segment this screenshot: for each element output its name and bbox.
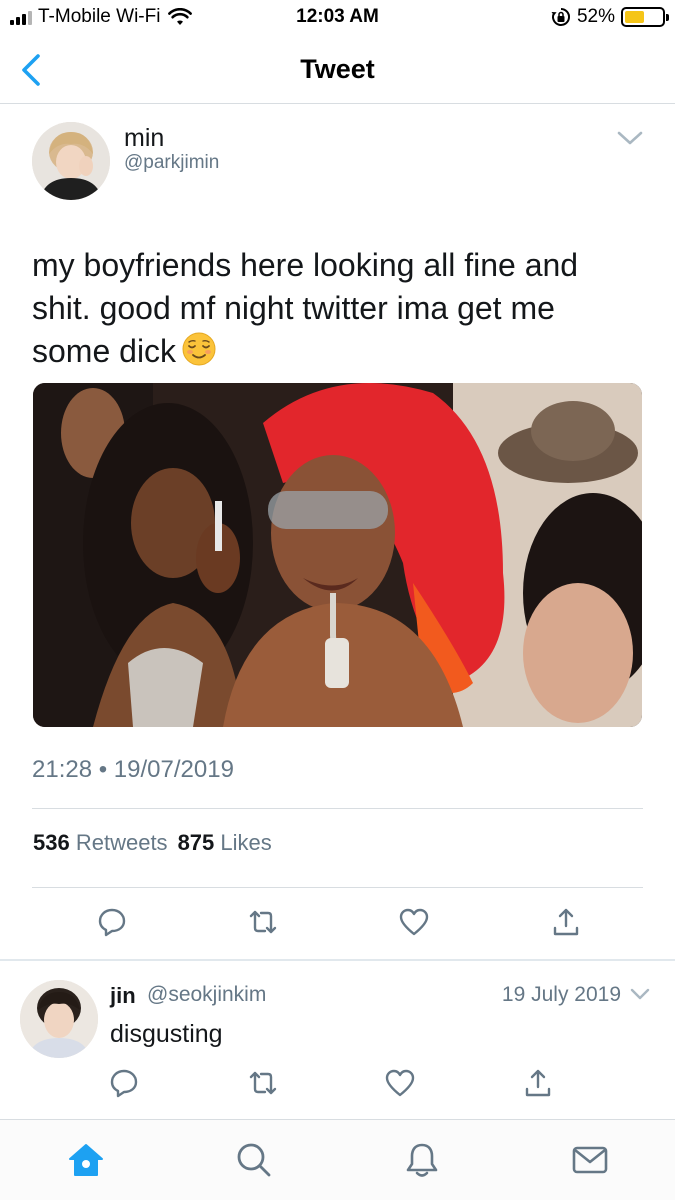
retweet-icon[interactable] (247, 1067, 279, 1099)
notifications-icon[interactable] (402, 1140, 442, 1180)
tweet-timestamp: 21:28 • 19/07/2019 (32, 756, 234, 783)
battery-percent: 52% (576, 6, 615, 27)
status-bar: T-Mobile Wi-Fi 12:03 AM 52% (0, 0, 675, 36)
retweets-count: 536 (33, 830, 70, 855)
like-icon[interactable] (384, 1067, 416, 1099)
reply-icon[interactable] (108, 1067, 140, 1099)
lock-rotation-icon (551, 8, 570, 26)
messages-icon[interactable] (570, 1140, 610, 1180)
tweet-stats: 536 Retweets 875 Likes (33, 830, 272, 856)
tweet-photo-image (33, 383, 642, 727)
battery-icon (621, 7, 669, 27)
share-icon[interactable] (522, 1067, 554, 1099)
relieved-face-emoji-icon (182, 332, 216, 366)
tweet-header: min @parkjimin (0, 122, 675, 206)
battery-fill (625, 11, 644, 23)
reply-author-handle[interactable]: @seokjinkim (147, 983, 266, 1007)
reply-date: 19 July 2019 (501, 983, 621, 1006)
home-icon[interactable] (66, 1140, 106, 1180)
reply-avatar-image (20, 980, 98, 1058)
status-right: 52% (551, 6, 669, 28)
likes-label: Likes (220, 830, 272, 855)
divider (32, 808, 643, 809)
tweet-actions (0, 906, 675, 946)
reply-author-avatar[interactable] (20, 980, 98, 1058)
reply-chevron-down-icon[interactable] (629, 986, 651, 1002)
tab-bar (0, 1119, 675, 1200)
retweets-stat[interactable]: 536 Retweets (33, 830, 168, 856)
reply-author-name[interactable]: jin (110, 983, 136, 1009)
section-separator (0, 959, 675, 961)
chevron-down-icon[interactable] (615, 128, 645, 148)
retweet-icon[interactable] (247, 906, 279, 938)
tweet-text-block: my boyfriends here looking all fine and … (32, 244, 642, 373)
reply-text: disgusting (110, 1020, 223, 1048)
reply-actions (0, 1067, 675, 1107)
author-avatar[interactable] (32, 122, 110, 200)
author-name[interactable]: min (124, 124, 164, 153)
likes-stat[interactable]: 875 Likes (178, 830, 272, 856)
divider (32, 887, 643, 888)
tweet-text: my boyfriends here looking all fine and … (32, 247, 579, 369)
share-icon[interactable] (550, 906, 582, 938)
tweet-photo[interactable] (33, 383, 642, 727)
like-icon[interactable] (398, 906, 430, 938)
page-title: Tweet (300, 54, 375, 84)
search-icon[interactable] (234, 1140, 274, 1180)
reply-icon[interactable] (96, 906, 128, 938)
retweets-label: Retweets (75, 830, 168, 855)
nav-bar: Tweet (0, 36, 675, 104)
likes-count: 875 (177, 830, 215, 855)
author-avatar-image (32, 122, 110, 200)
author-handle[interactable]: @parkjimin (124, 152, 219, 174)
